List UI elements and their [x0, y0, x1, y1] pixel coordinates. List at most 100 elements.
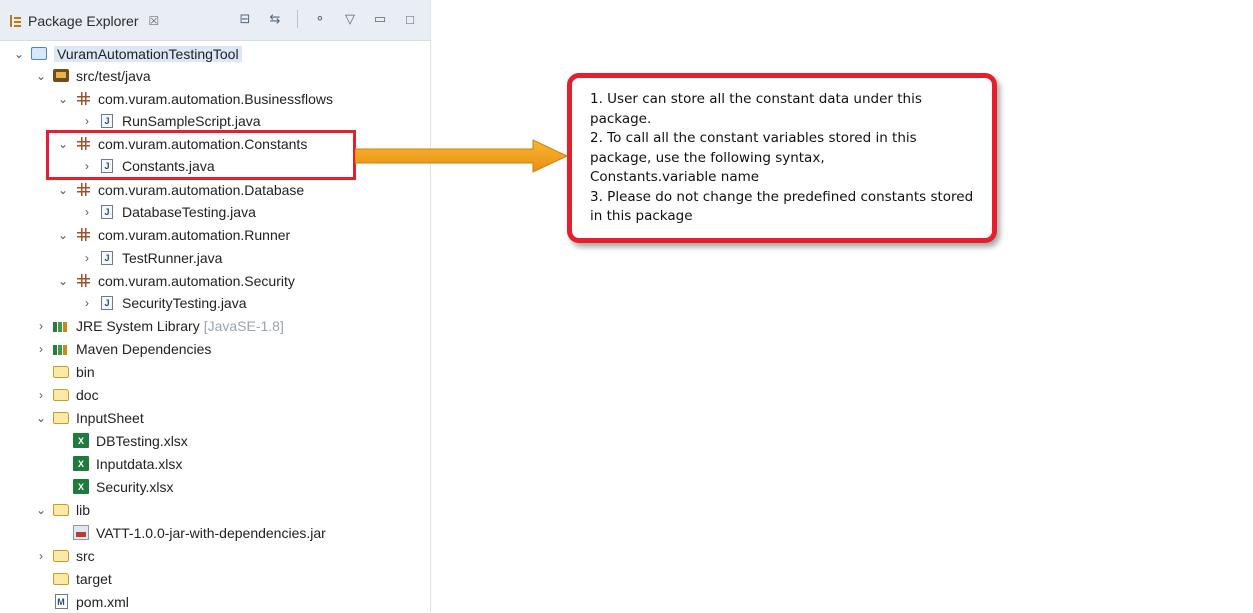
folder-icon [52, 387, 70, 403]
package-explorer-panel: Package Explorer ☒ ⊟ ⇆ ⚬ ▽ ▭ □ ⌄ VuramAu… [0, 0, 431, 612]
tree-item-src[interactable]: › src [34, 544, 95, 567]
tree-item-label: doc [76, 386, 99, 403]
excel-file-icon: X [72, 479, 90, 495]
tree-item-lib[interactable]: ⌄ lib [34, 498, 90, 521]
chevron-down-icon[interactable]: ⌄ [56, 228, 70, 242]
tree-item-xlsx-file[interactable]: X Inputdata.xlsx [72, 452, 182, 475]
package-icon [74, 273, 92, 289]
tree-item-package[interactable]: ⌄ com.vuram.automation.Database [56, 178, 304, 201]
focus-task-icon[interactable]: ⚬ [312, 11, 328, 27]
annotation-callout: 1. User can store all the constant data … [567, 73, 997, 243]
tree-item-label: SecurityTesting.java [122, 294, 247, 311]
tree-item-java-file[interactable]: › J SecurityTesting.java [80, 291, 247, 314]
tree-item-label: pom.xml [76, 593, 129, 610]
minimize-icon[interactable]: ▭ [372, 11, 388, 27]
chevron-right-icon[interactable]: › [34, 549, 48, 563]
tree-item-project[interactable]: ⌄ VuramAutomationTestingTool [12, 42, 242, 65]
tree-item-label: TestRunner.java [122, 249, 223, 266]
chevron-down-icon[interactable]: ⌄ [12, 47, 26, 61]
library-icon [52, 341, 70, 357]
folder-icon [52, 548, 70, 564]
chevron-down-icon[interactable]: ⌄ [34, 503, 48, 517]
callout-line-3: Constants.variable name [590, 169, 760, 185]
maven-pom-icon: M [52, 594, 70, 610]
tree-item-label: RunSampleScript.java [122, 112, 261, 129]
tree-item-doc[interactable]: › doc [34, 383, 99, 406]
chevron-right-icon[interactable]: › [34, 319, 48, 333]
chevron-right-icon[interactable]: › [34, 342, 48, 356]
maximize-icon[interactable]: □ [402, 11, 418, 27]
excel-file-icon: X [72, 433, 90, 449]
tree-item-label: src/test/java [76, 67, 151, 84]
constants-highlight-box [46, 130, 356, 180]
tree-item-label: src [76, 547, 95, 564]
close-icon[interactable]: ☒ [149, 14, 160, 28]
chevron-down-icon[interactable]: ⌄ [34, 411, 48, 425]
folder-icon [52, 571, 70, 587]
view-menu-icon[interactable]: ▽ [342, 11, 358, 27]
tree-item-java-file[interactable]: › J TestRunner.java [80, 246, 222, 269]
chevron-right-icon[interactable]: › [80, 296, 94, 310]
tree-item-label: Inputdata.xlsx [96, 455, 183, 472]
tree-item-label: bin [76, 363, 95, 380]
tree-item-java-file[interactable]: › J DatabaseTesting.java [80, 200, 256, 223]
tree-item-java-file[interactable]: › J RunSampleScript.java [80, 109, 261, 132]
jar-file-icon [72, 525, 90, 541]
folder-icon [52, 410, 70, 426]
package-icon [74, 91, 92, 107]
view-toolbar: ⊟ ⇆ ⚬ ▽ ▭ □ [237, 10, 418, 28]
project-icon [30, 46, 48, 62]
java-file-icon: J [98, 113, 116, 129]
tree-item-source-folder[interactable]: ⌄ src/test/java [34, 64, 151, 87]
tree-item-bin[interactable]: bin [34, 360, 95, 383]
chevron-right-icon[interactable]: › [34, 388, 48, 402]
chevron-down-icon[interactable]: ⌄ [56, 92, 70, 106]
tree-item-inputsheet[interactable]: ⌄ InputSheet [34, 406, 144, 429]
tree-item-label: DBTesting.xlsx [96, 432, 188, 449]
java-file-icon: J [98, 204, 116, 220]
tree-item-label: target [76, 570, 112, 587]
tree-item-jar-file[interactable]: VATT-1.0.0-jar-with-dependencies.jar [72, 521, 326, 544]
chevron-down-icon[interactable]: ⌄ [56, 183, 70, 197]
tree-item-label: Maven Dependencies [76, 340, 212, 357]
package-explorer-icon [8, 14, 22, 28]
tree-item-jre-library[interactable]: › JRE System Library [JavaSE-1.8] [34, 314, 284, 337]
chevron-down-icon[interactable]: ⌄ [34, 69, 48, 83]
tree-item-maven-dependencies[interactable]: › Maven Dependencies [34, 337, 211, 360]
tree-item-pom[interactable]: M pom.xml [34, 590, 129, 613]
tree-item-xlsx-file[interactable]: X DBTesting.xlsx [72, 429, 188, 452]
tree-item-label: JRE System Library [76, 317, 200, 334]
source-folder-icon [52, 68, 70, 84]
collapse-all-icon[interactable]: ⊟ [237, 11, 253, 27]
tree-item-label: com.vuram.automation.Database [98, 181, 305, 198]
tree-item-label: InputSheet [76, 409, 144, 426]
tree-item-label: com.vuram.automation.Businessflows [98, 90, 333, 107]
tree-item-target[interactable]: target [34, 567, 112, 590]
tab-package-explorer[interactable]: Package Explorer ☒ [8, 8, 159, 34]
tree-item-xlsx-file[interactable]: X Security.xlsx [72, 475, 174, 498]
view-header: Package Explorer ☒ ⊟ ⇆ ⚬ ▽ ▭ □ [0, 0, 430, 41]
tree-item-package[interactable]: ⌄ com.vuram.automation.Security [56, 269, 295, 292]
tree-item-label: Security.xlsx [96, 478, 174, 495]
chevron-down-icon[interactable]: ⌄ [56, 274, 70, 288]
tree-item-label: DatabaseTesting.java [122, 203, 256, 220]
chevron-right-icon[interactable]: › [80, 114, 94, 128]
excel-file-icon: X [72, 456, 90, 472]
package-icon [74, 227, 92, 243]
package-icon [74, 182, 92, 198]
tree-item-label: com.vuram.automation.Security [98, 272, 295, 289]
chevron-right-icon[interactable]: › [80, 251, 94, 265]
toolbar-separator [297, 10, 298, 28]
java-file-icon: J [98, 250, 116, 266]
annotation-arrow [355, 139, 569, 173]
link-with-editor-icon[interactable]: ⇆ [267, 11, 283, 27]
tab-title: Package Explorer [28, 13, 139, 29]
tree-item-package[interactable]: ⌄ com.vuram.automation.Businessflows [56, 87, 333, 110]
folder-icon [52, 502, 70, 518]
callout-line-1: 1. User can store all the constant data … [590, 91, 922, 127]
chevron-right-icon[interactable]: › [80, 205, 94, 219]
folder-icon [52, 364, 70, 380]
callout-line-2: 2. To call all the constant variables st… [590, 130, 917, 166]
callout-line-4: 3. Please do not change the predefined c… [590, 188, 974, 225]
tree-item-package[interactable]: ⌄ com.vuram.automation.Runner [56, 223, 290, 246]
